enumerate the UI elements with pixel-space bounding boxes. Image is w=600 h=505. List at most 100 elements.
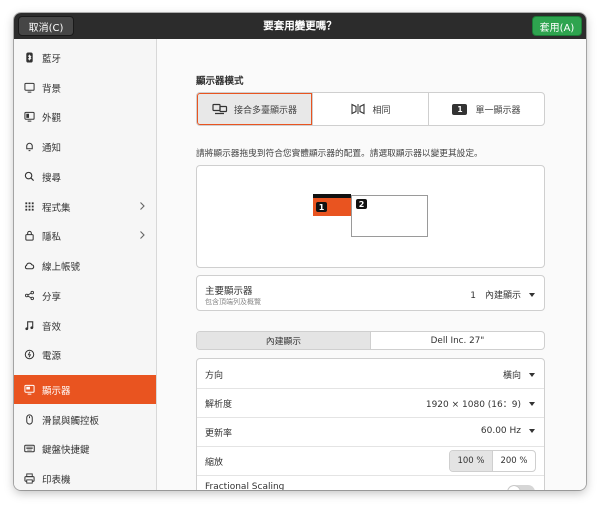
sidebar-item-appearance[interactable]: 外觀 xyxy=(14,102,156,131)
sidebar-item-background[interactable]: 背景 xyxy=(14,73,156,102)
refresh-rate-label: 更新率 xyxy=(205,429,233,439)
sidebar-item-privacy[interactable]: 隱私 xyxy=(14,221,156,250)
sidebar-item-label: 電源 xyxy=(42,350,62,362)
dropdown-arrow-icon xyxy=(529,372,535,377)
scale-selector: 100 % 200 % xyxy=(449,450,536,472)
sidebar-item-sharing[interactable]: 分享 xyxy=(14,281,156,310)
display-icon xyxy=(23,384,35,396)
sidebar-item-mouse-touchpad[interactable]: 滑鼠與觸控板 xyxy=(14,405,156,434)
monitor-1-preview[interactable]: 1 xyxy=(313,194,351,216)
settings-window: 取消(C) 要套用變更嗎？ 套用(A) 藍牙 背景 外觀 通知 搜尋 程式集 隱… xyxy=(14,13,586,490)
sidebar-item-label: 背景 xyxy=(42,83,62,95)
dropdown-arrow-icon xyxy=(529,429,535,433)
tab-dell-monitor[interactable]: Dell Inc. 27" xyxy=(371,332,544,349)
sidebar-item-keyboard-shortcuts[interactable]: 鍵盤快捷鍵 xyxy=(14,434,156,463)
mode-single-display-button[interactable]: 1 單一顯示器 xyxy=(429,93,544,125)
lock-icon xyxy=(23,230,35,242)
fractional-scaling-label: Fractional Scaling xyxy=(205,482,285,490)
display-mode-heading: 顯示器模式 xyxy=(196,76,244,87)
mirror-icon xyxy=(351,103,366,115)
arrangement-description: 請將顯示器拖曳到符合您實體顯示器的配置。請選取顯示器以變更其設定。 xyxy=(196,149,483,159)
resolution-row[interactable]: 解析度 1920 × 1080 (16：9) xyxy=(197,388,544,418)
background-icon xyxy=(23,82,35,94)
sidebar-item-label: 印表機 xyxy=(42,474,71,486)
sidebar-item-bluetooth[interactable]: 藍牙 xyxy=(14,43,156,72)
switch-knob xyxy=(508,486,520,490)
monitor-2-badge: 2 xyxy=(356,199,367,209)
sidebar-item-online-accounts[interactable]: 線上帳號 xyxy=(14,251,156,280)
power-icon xyxy=(23,349,35,361)
mode-label: 相同 xyxy=(372,105,391,116)
sidebar-item-label: 外觀 xyxy=(42,112,62,124)
sidebar-item-label: 音效 xyxy=(42,321,62,333)
monitor-tabs: 內建顯示 Dell Inc. 27" xyxy=(196,331,545,350)
fractional-scaling-row: Fractional Scaling xyxy=(197,475,544,490)
printer-icon xyxy=(23,473,35,485)
share-icon xyxy=(23,290,35,302)
tab-built-in-display[interactable]: 內建顯示 xyxy=(197,332,371,349)
sidebar-item-label: 搜尋 xyxy=(42,172,62,184)
sidebar-item-label: 鍵盤快捷鍵 xyxy=(42,444,90,456)
mode-join-displays-button[interactable]: 接合多臺顯示器 xyxy=(197,93,313,125)
sidebar-item-label: 分享 xyxy=(42,291,62,303)
sidebar-item-label: 藍牙 xyxy=(42,53,62,65)
scale-200-button[interactable]: 200 % xyxy=(493,451,535,471)
music-note-icon xyxy=(23,320,35,332)
apply-button[interactable]: 套用(A) xyxy=(532,16,582,36)
refresh-rate-dropdown[interactable]: 60.00 Hz xyxy=(481,426,535,436)
primary-display-dropdown[interactable]: 1 內建顯示 xyxy=(470,288,535,301)
cancel-button[interactable]: 取消(C) xyxy=(18,16,74,36)
resolution-label: 解析度 xyxy=(205,400,233,410)
refresh-rate-value: 60.00 Hz xyxy=(480,426,521,436)
bell-icon xyxy=(23,141,35,153)
cloud-icon xyxy=(23,260,35,272)
mode-label: 單一顯示器 xyxy=(475,105,521,116)
sidebar-item-label: 程式集 xyxy=(42,202,71,214)
sidebar-item-displays[interactable]: 顯示器 xyxy=(14,375,156,404)
scale-label: 縮放 xyxy=(205,458,224,468)
appearance-icon xyxy=(23,111,35,123)
sidebar-item-label: 滑鼠與觸控板 xyxy=(42,415,100,427)
mouse-icon xyxy=(23,414,35,426)
primary-display-value: 1 內建顯示 xyxy=(470,291,521,301)
headerbar: 取消(C) 要套用變更嗎？ 套用(A) xyxy=(14,13,586,39)
resolution-value: 1920 × 1080 (16：9) xyxy=(425,400,521,410)
dropdown-arrow-icon xyxy=(529,292,535,297)
mode-mirror-button[interactable]: 相同 xyxy=(313,93,429,125)
primary-display-title: 主要顯示器 xyxy=(205,286,253,297)
join-displays-icon xyxy=(212,103,228,115)
scale-100-button[interactable]: 100 % xyxy=(450,451,493,471)
monitor-settings-list: 方向 橫向 解析度 1920 × 1080 (16：9) 更新率 60.00 H… xyxy=(196,358,545,490)
sidebar-item-applications[interactable]: 程式集 xyxy=(14,192,156,221)
sidebar-item-notifications[interactable]: 通知 xyxy=(14,132,156,161)
orientation-value: 橫向 xyxy=(502,371,521,381)
top-bar-indicator xyxy=(313,194,351,198)
sidebar: 藍牙 背景 外觀 通知 搜尋 程式集 隱私 線上帳號 分享 音效 電源 顯示器 … xyxy=(14,39,157,490)
fractional-scaling-switch[interactable] xyxy=(507,485,535,490)
keyboard-icon xyxy=(23,443,35,455)
primary-display-subtitle: 包含頂端列及概覽 xyxy=(205,298,261,306)
dropdown-arrow-icon xyxy=(529,401,535,406)
monitor-2-preview[interactable]: 2 xyxy=(351,195,428,237)
sidebar-item-label: 線上帳號 xyxy=(42,261,81,273)
chevron-right-icon xyxy=(140,202,145,210)
dialog-title: 要套用變更嗎？ xyxy=(263,20,337,32)
sidebar-item-label: 隱私 xyxy=(42,231,62,243)
single-display-icon: 1 xyxy=(452,103,468,115)
refresh-rate-row[interactable]: 更新率 60.00 Hz xyxy=(197,417,544,447)
bluetooth-icon xyxy=(23,52,35,64)
sidebar-item-power[interactable]: 電源 xyxy=(14,340,156,369)
orientation-row[interactable]: 方向 橫向 xyxy=(197,359,544,389)
sidebar-item-search[interactable]: 搜尋 xyxy=(14,162,156,191)
resolution-dropdown[interactable]: 1920 × 1080 (16：9) xyxy=(426,397,535,410)
display-mode-selector: 接合多臺顯示器 相同 1 單一顯示器 xyxy=(196,92,545,126)
display-settings-panel: 顯示器模式 接合多臺顯示器 相同 1 單一顯示器 請將顯示器拖曳到符合您實體顯示… xyxy=(157,39,586,490)
monitor-1-badge: 1 xyxy=(316,202,327,212)
sidebar-item-sound[interactable]: 音效 xyxy=(14,311,156,340)
search-icon xyxy=(23,171,35,183)
sidebar-item-printers[interactable]: 印表機 xyxy=(14,464,156,490)
chevron-right-icon xyxy=(140,231,145,239)
orientation-dropdown[interactable]: 橫向 xyxy=(503,368,535,381)
scale-row: 縮放 100 % 200 % xyxy=(197,446,544,476)
primary-display-row[interactable]: 主要顯示器 包含頂端列及概覽 1 內建顯示 xyxy=(196,275,545,311)
